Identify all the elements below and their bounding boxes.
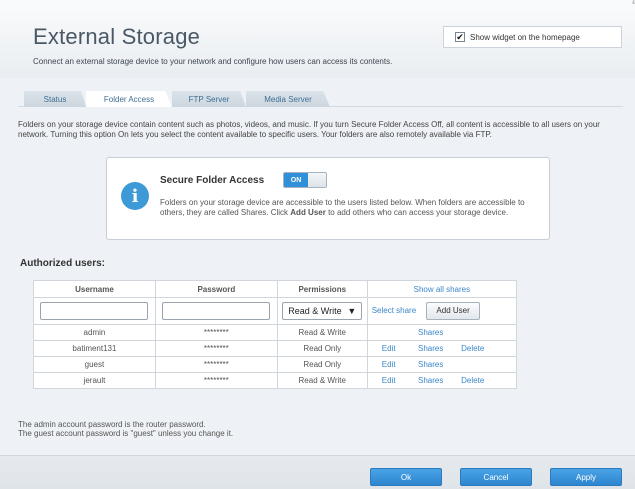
password-cell: ******** bbox=[154, 340, 278, 357]
folder-access-description: Folders on your storage device contain c… bbox=[18, 120, 600, 139]
table-row: admin ******** Read & Write Shares bbox=[33, 324, 518, 341]
authorized-users-table: Username Password Permissions Show all s… bbox=[33, 280, 518, 389]
permissions-cell: Read Only bbox=[276, 356, 368, 373]
password-notes: The admin account password is the router… bbox=[18, 420, 233, 438]
footer-bar bbox=[0, 455, 635, 489]
secure-folder-access-title: Secure Folder Access bbox=[160, 175, 265, 186]
column-header-password: Password bbox=[154, 280, 278, 298]
info-icon: i bbox=[121, 182, 149, 210]
delete-link[interactable]: Delete bbox=[452, 376, 494, 385]
table-row: batiment131 ******** Read Only Edit Share… bbox=[33, 340, 518, 357]
tab-ftp-server[interactable]: FTP Server bbox=[172, 91, 246, 107]
new-user-row: Read & Write ▼ Select share Add User bbox=[33, 297, 518, 325]
tab-media-server[interactable]: Media Server bbox=[246, 91, 330, 107]
page-header: External Storage Connect an external sto… bbox=[0, 0, 635, 78]
admin-password-note: The admin account password is the router… bbox=[18, 420, 206, 429]
permissions-cell: Read & Write bbox=[276, 324, 368, 341]
new-username-input[interactable] bbox=[40, 302, 149, 320]
dropdown-arrow-icon: ▼ bbox=[347, 306, 357, 316]
permissions-cell: Read Only bbox=[276, 340, 368, 357]
password-cell: ******** bbox=[154, 356, 278, 373]
new-password-input[interactable] bbox=[162, 302, 271, 320]
authorized-users-title: Authorized users: bbox=[20, 258, 106, 269]
show-all-shares-link[interactable]: Show all shares bbox=[366, 280, 518, 298]
username-cell: guest bbox=[33, 356, 156, 373]
permissions-cell: Read & Write bbox=[276, 372, 368, 389]
secure-folder-access-text: Folders on your storage device are acces… bbox=[160, 198, 525, 217]
shares-link[interactable]: Shares bbox=[410, 328, 452, 337]
table-row: jerault ******** Read & Write Edit Shares… bbox=[33, 372, 518, 389]
username-cell: admin bbox=[33, 324, 156, 341]
shares-link[interactable]: Shares bbox=[410, 360, 452, 369]
checkmark-icon[interactable]: ✔ bbox=[455, 32, 465, 42]
username-cell: jerault bbox=[33, 372, 156, 389]
show-widget-toggle[interactable]: ✔ Show widget on the homepage bbox=[443, 26, 622, 48]
table-row: guest ******** Read Only Edit Shares bbox=[33, 356, 518, 373]
apply-button[interactable]: Apply bbox=[550, 468, 622, 486]
delete-link[interactable]: Delete bbox=[452, 344, 494, 353]
tab-folder-access[interactable]: Folder Access bbox=[86, 91, 172, 107]
shares-link[interactable]: Shares bbox=[410, 344, 452, 353]
add-user-button[interactable]: Add User bbox=[426, 302, 480, 320]
shares-link[interactable]: Shares bbox=[410, 376, 452, 385]
secure-folder-access-toggle[interactable]: ON bbox=[283, 172, 327, 188]
edit-link[interactable]: Edit bbox=[368, 344, 410, 353]
cancel-button[interactable]: Cancel bbox=[460, 468, 532, 486]
table-header-row: Username Password Permissions Show all s… bbox=[33, 280, 518, 298]
permissions-select[interactable]: Read & Write ▼ bbox=[282, 302, 363, 320]
tab-status[interactable]: Status bbox=[24, 91, 86, 107]
show-widget-label: Show widget on the homepage bbox=[470, 32, 580, 42]
column-header-username: Username bbox=[33, 280, 156, 298]
column-header-permissions: Permissions bbox=[276, 280, 368, 298]
guest-password-note: The guest account password is "guest" un… bbox=[18, 429, 234, 438]
select-share-link[interactable]: Select share bbox=[372, 306, 416, 315]
ok-button[interactable]: Ok bbox=[370, 468, 442, 486]
password-cell: ******** bbox=[154, 324, 278, 341]
edit-link[interactable]: Edit bbox=[368, 376, 410, 385]
tab-bar: Status Folder Access FTP Server Media Se… bbox=[18, 91, 623, 107]
edit-link[interactable]: Edit bbox=[368, 360, 410, 369]
password-cell: ******** bbox=[154, 372, 278, 389]
toggle-knob bbox=[308, 173, 326, 187]
page-subtitle: Connect an external storage device to yo… bbox=[33, 57, 393, 66]
toggle-on-label: ON bbox=[284, 173, 308, 187]
username-cell: batiment131 bbox=[33, 340, 156, 357]
page-title: External Storage bbox=[33, 24, 201, 49]
secure-folder-access-panel: i Secure Folder Access ON Folders on you… bbox=[106, 157, 550, 240]
